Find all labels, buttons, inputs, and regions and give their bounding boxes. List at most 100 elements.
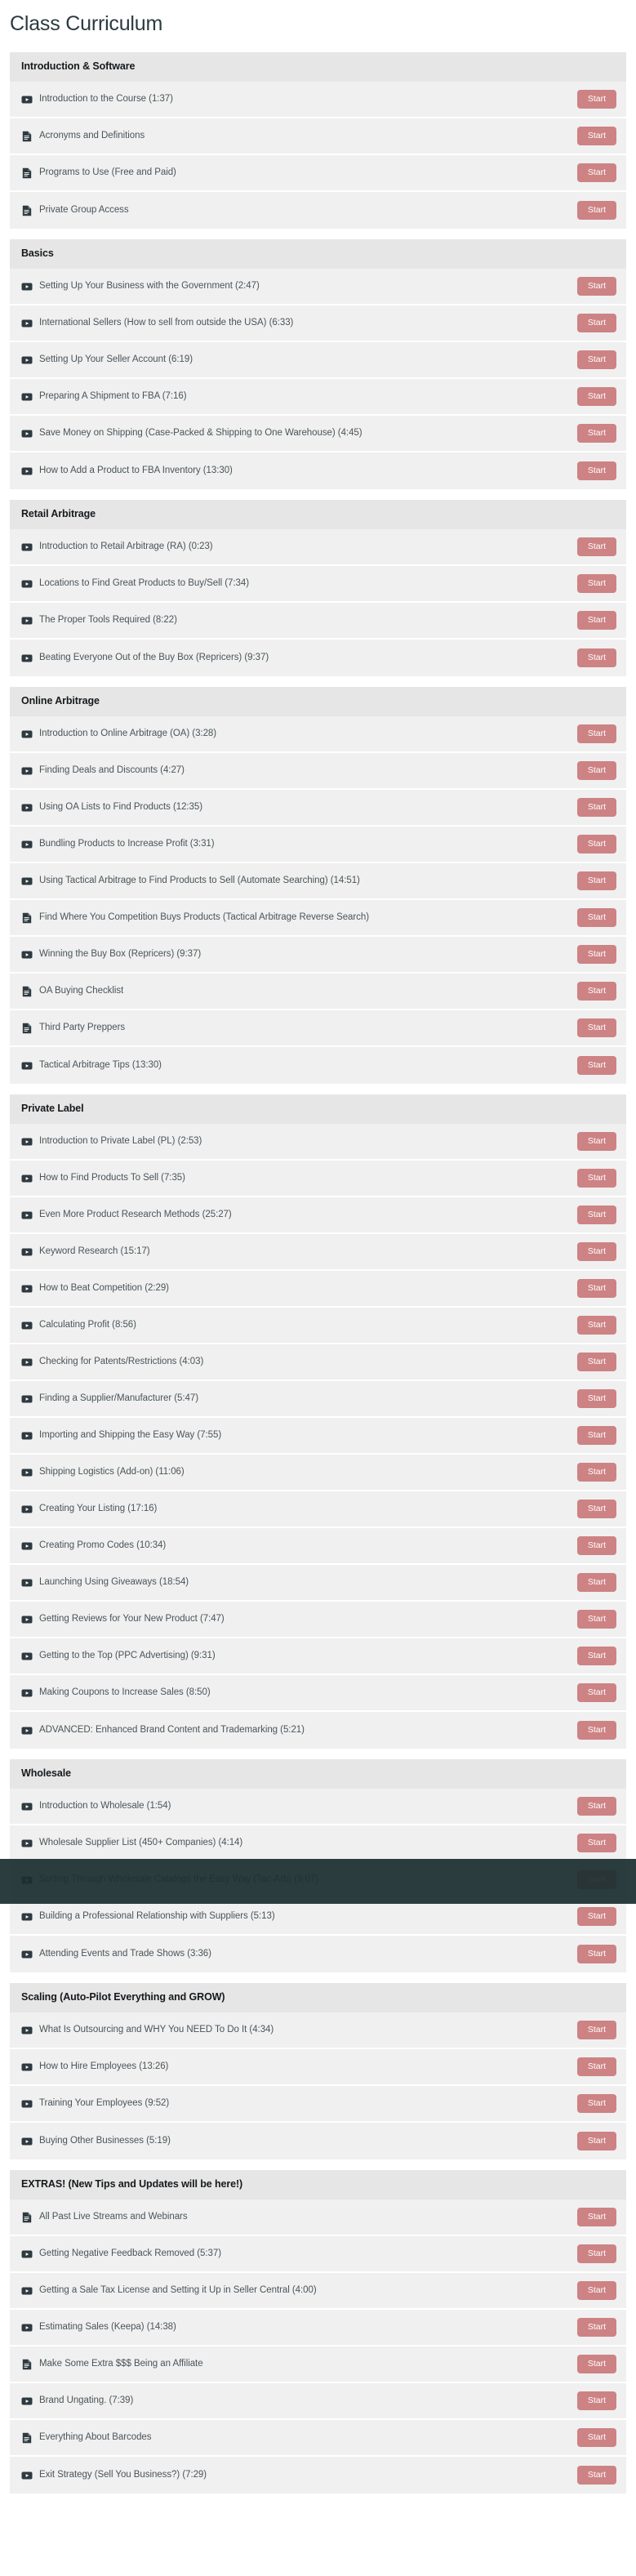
lesson-row[interactable]: What Is Outsourcing and WHY You NEED To …: [10, 2012, 626, 2049]
start-button[interactable]: Start: [576, 648, 616, 668]
lesson-row[interactable]: Building a Professional Relationship wit…: [10, 1899, 626, 1936]
start-button[interactable]: Start: [576, 2354, 616, 2374]
start-button[interactable]: Start: [576, 2317, 616, 2338]
start-button[interactable]: Start: [576, 1352, 616, 1372]
lesson-row[interactable]: Making Coupons to Increase Sales (8:50) S…: [10, 1675, 626, 1712]
lesson-row[interactable]: Launching Using Giveaways (18:54) Start: [10, 1565, 626, 1602]
start-button[interactable]: Start: [576, 1499, 616, 1519]
lesson-row[interactable]: Find Where You Competition Buys Products…: [10, 900, 626, 937]
start-button[interactable]: Start: [576, 1131, 616, 1152]
lesson-row[interactable]: Finding a Supplier/Manufacturer (5:47) St…: [10, 1381, 626, 1418]
start-button[interactable]: Start: [576, 1205, 616, 1225]
lesson-row[interactable]: OA Buying Checklist Start: [10, 974, 626, 1010]
start-button[interactable]: Start: [576, 2131, 616, 2151]
lesson-row[interactable]: Shipping Logistics (Add-on) (11:06) Start: [10, 1455, 626, 1491]
lesson-row[interactable]: All Past Live Streams and Webinars Start: [10, 2199, 626, 2236]
start-button[interactable]: Start: [576, 1278, 616, 1299]
start-button[interactable]: Start: [576, 1055, 616, 1076]
lesson-row[interactable]: ADVANCED: Enhanced Brand Content and Tra…: [10, 1712, 626, 1749]
lesson-row[interactable]: How to Hire Employees (13:26) Start: [10, 2049, 626, 2086]
lesson-row[interactable]: Beating Everyone Out of the Buy Box (Rep…: [10, 640, 626, 676]
lesson-row[interactable]: Getting a Sale Tax License and Setting i…: [10, 2273, 626, 2310]
start-button[interactable]: Start: [576, 1682, 616, 1703]
lesson-row[interactable]: Make Some Extra $$$ Being an Affiliate St…: [10, 2346, 626, 2383]
start-button[interactable]: Start: [576, 2020, 616, 2040]
start-button[interactable]: Start: [576, 573, 616, 594]
lesson-row[interactable]: Keyword Research (15:17) Start: [10, 1234, 626, 1271]
start-button[interactable]: Start: [576, 871, 616, 891]
lesson-row[interactable]: How to Add a Product to FBA Inventory (1…: [10, 452, 626, 489]
lesson-row[interactable]: Private Group Access Start: [10, 192, 626, 229]
lesson-row[interactable]: Creating Your Listing (17:16) Start: [10, 1491, 626, 1528]
start-button[interactable]: Start: [576, 1796, 616, 1816]
start-button[interactable]: Start: [576, 610, 616, 631]
lesson-row[interactable]: Using Tactical Arbitrage to Find Product…: [10, 863, 626, 900]
start-button[interactable]: Start: [576, 1833, 616, 1853]
lesson-row[interactable]: Introduction to Online Arbitrage (OA) (3…: [10, 716, 626, 753]
start-button[interactable]: Start: [576, 1535, 616, 1556]
start-button[interactable]: Start: [576, 2465, 616, 2485]
start-button[interactable]: Start: [576, 2057, 616, 2077]
start-button[interactable]: Start: [576, 2207, 616, 2227]
start-button[interactable]: Start: [576, 2244, 616, 2264]
start-button[interactable]: Start: [576, 1944, 616, 1964]
start-button[interactable]: Start: [576, 461, 616, 481]
start-button[interactable]: Start: [576, 163, 616, 183]
lesson-row[interactable]: Introduction to Retail Arbitrage (RA) (0…: [10, 529, 626, 566]
start-button[interactable]: Start: [576, 1168, 616, 1188]
lesson-row[interactable]: Save Money on Shipping (Case-Packed & Sh…: [10, 416, 626, 452]
lesson-row[interactable]: Everything About Barcodes Start: [10, 2420, 626, 2457]
start-button[interactable]: Start: [576, 907, 616, 928]
lesson-row[interactable]: Acronyms and Definitions Start: [10, 118, 626, 155]
lesson-row[interactable]: Buying Other Businesses (5:19) Start: [10, 2123, 626, 2159]
start-button[interactable]: Start: [576, 2093, 616, 2114]
lesson-row[interactable]: Preparing A Shipment to FBA (7:16) Start: [10, 379, 626, 416]
lesson-row[interactable]: Even More Product Research Methods (25:2…: [10, 1197, 626, 1234]
start-button[interactable]: Start: [576, 1462, 616, 1482]
lesson-row[interactable]: Getting to the Top (PPC Advertising) (9:…: [10, 1638, 626, 1675]
start-button[interactable]: Start: [576, 537, 616, 557]
lesson-row[interactable]: Sorting Through Wholesale Catalogs the E…: [10, 1862, 626, 1899]
start-button[interactable]: Start: [576, 1646, 616, 1666]
lesson-row[interactable]: Getting Negative Feedback Removed (5:37)…: [10, 2236, 626, 2273]
start-button[interactable]: Start: [576, 350, 616, 370]
lesson-row[interactable]: Importing and Shipping the Easy Way (7:5…: [10, 1418, 626, 1455]
start-button[interactable]: Start: [576, 423, 616, 443]
lesson-row[interactable]: Introduction to Private Label (PL) (2:53…: [10, 1124, 626, 1161]
lesson-row[interactable]: Exit Strategy (Sell You Business?) (7:29…: [10, 2457, 626, 2494]
start-button[interactable]: Start: [576, 2427, 616, 2448]
start-button[interactable]: Start: [576, 1609, 616, 1629]
lesson-row[interactable]: Programs to Use (Free and Paid) Start: [10, 155, 626, 192]
lesson-row[interactable]: Introduction to Wholesale (1:54) Start: [10, 1789, 626, 1825]
start-button[interactable]: Start: [576, 1870, 616, 1890]
lesson-row[interactable]: How to Beat Competition (2:29) Start: [10, 1271, 626, 1308]
start-button[interactable]: Start: [576, 760, 616, 781]
lesson-row[interactable]: Locations to Find Great Products to Buy/…: [10, 566, 626, 603]
lesson-row[interactable]: International Sellers (How to sell from …: [10, 305, 626, 342]
lesson-row[interactable]: Winning the Buy Box (Repricers) (9:37) St…: [10, 937, 626, 974]
lesson-row[interactable]: Calculating Profit (8:56) Start: [10, 1308, 626, 1344]
lesson-row[interactable]: Attending Events and Trade Shows (3:36) S…: [10, 1936, 626, 1972]
start-button[interactable]: Start: [576, 200, 616, 221]
start-button[interactable]: Start: [576, 1315, 616, 1335]
start-button[interactable]: Start: [576, 89, 616, 109]
start-button[interactable]: Start: [576, 797, 616, 818]
start-button[interactable]: Start: [576, 276, 616, 296]
start-button[interactable]: Start: [576, 1720, 616, 1740]
start-button[interactable]: Start: [576, 1388, 616, 1409]
lesson-row[interactable]: Training Your Employees (9:52) Start: [10, 2086, 626, 2123]
start-button[interactable]: Start: [576, 834, 616, 854]
lesson-row[interactable]: Finding Deals and Discounts (4:27) Start: [10, 753, 626, 790]
start-button[interactable]: Start: [576, 126, 616, 146]
lesson-row[interactable]: The Proper Tools Required (8:22) Start: [10, 603, 626, 640]
lesson-row[interactable]: Wholesale Supplier List (450+ Companies)…: [10, 1825, 626, 1862]
lesson-row[interactable]: Tactical Arbitrage Tips (13:30) Start: [10, 1047, 626, 1084]
lesson-row[interactable]: Bundling Products to Increase Profit (3:…: [10, 827, 626, 863]
start-button[interactable]: Start: [576, 1241, 616, 1262]
start-button[interactable]: Start: [576, 2391, 616, 2411]
lesson-row[interactable]: Creating Promo Codes (10:34) Start: [10, 1528, 626, 1565]
start-button[interactable]: Start: [576, 1425, 616, 1446]
start-button[interactable]: Start: [576, 386, 616, 407]
lesson-row[interactable]: Getting Reviews for Your New Product (7:…: [10, 1602, 626, 1638]
start-button[interactable]: Start: [576, 724, 616, 744]
